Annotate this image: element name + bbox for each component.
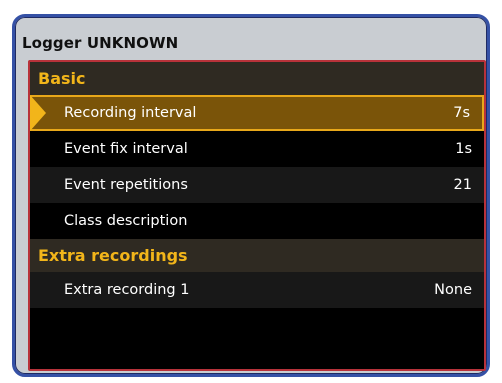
section-header-basic: Basic [30, 62, 484, 95]
row-label: Class description [64, 213, 188, 229]
row-value: 21 [453, 177, 472, 193]
row-label: Recording interval [64, 105, 197, 121]
settings-panel: Basic Recording interval 7s Event fix in… [28, 60, 486, 371]
row-extra-recording-1[interactable]: Extra recording 1 None [30, 272, 484, 308]
selection-pointer-icon [30, 95, 46, 131]
row-event-repetitions[interactable]: Event repetitions 21 [30, 167, 484, 203]
row-value: 1s [455, 141, 472, 157]
window-title: Logger UNKNOWN [22, 34, 179, 52]
row-event-fix-interval[interactable]: Event fix interval 1s [30, 131, 484, 167]
row-value: None [434, 282, 472, 298]
row-label: Event repetitions [64, 177, 188, 193]
row-recording-interval[interactable]: Recording interval 7s [30, 95, 484, 131]
section-header-extra-recordings: Extra recordings [30, 239, 484, 272]
row-class-description[interactable]: Class description [30, 203, 484, 239]
row-value: 7s [453, 105, 470, 121]
row-label: Event fix interval [64, 141, 188, 157]
row-label: Extra recording 1 [64, 282, 190, 298]
